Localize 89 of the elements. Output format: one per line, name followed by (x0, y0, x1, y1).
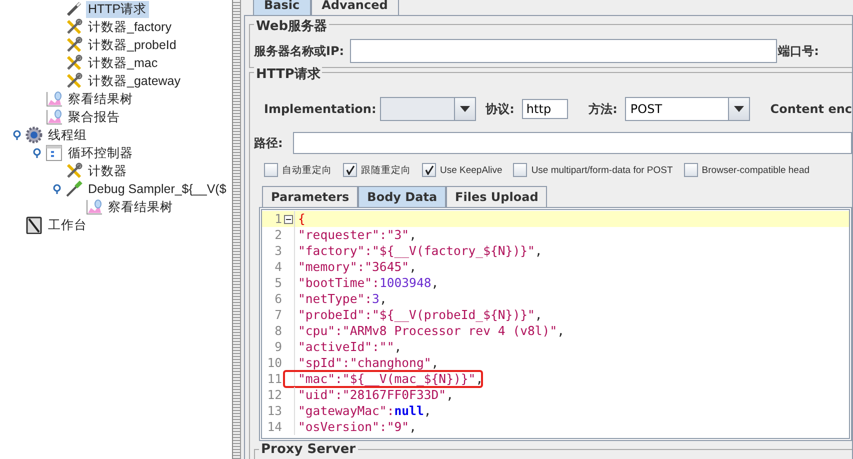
tools-icon (65, 54, 83, 72)
check-icon (345, 165, 355, 175)
tree-item[interactable]: 聚合报告 (66, 108, 122, 126)
tree-item[interactable]: HTTP请求 (86, 0, 149, 18)
option-checkbox[interactable]: Use KeepAlive (422, 163, 502, 177)
tree-handle-icon[interactable] (52, 184, 62, 194)
line-number: 11 (266, 372, 282, 386)
code-line: "spId":"changhong", (298, 356, 439, 370)
tab[interactable]: Basic (253, 0, 311, 15)
field-label: 方法: (588, 100, 618, 118)
tree-item[interactable]: 察看结果树 (106, 198, 175, 216)
code-line: "netType":3, (298, 292, 387, 306)
tab[interactable]: Body Data (358, 186, 446, 207)
line-number: 12 (266, 388, 282, 402)
dropdown-arrow-icon (458, 105, 471, 113)
line-number: 13 (266, 404, 282, 418)
tree-item[interactable]: 计数器_mac (86, 54, 160, 72)
clipboard-icon (25, 216, 43, 234)
tree-item[interactable]: 计数器_factory (86, 18, 174, 36)
field-label: 协议: (486, 100, 514, 118)
server-input[interactable] (350, 39, 778, 63)
field-label: Implementation: (264, 102, 376, 116)
section-title: Proxy Server (259, 442, 358, 457)
graph-icon (85, 198, 103, 216)
code-line: "uid":"28167FF0F33D", (298, 388, 454, 402)
tab[interactable]: Advanced (310, 0, 399, 15)
graph-icon (45, 90, 63, 108)
tree-handle-icon[interactable] (32, 148, 42, 158)
code-line: "factory":"${__V(factory_${N})}", (298, 244, 542, 258)
tab[interactable]: Files Upload (446, 186, 548, 207)
tree-item[interactable]: 察看结果树 (66, 90, 135, 108)
tab[interactable]: Parameters (262, 186, 358, 207)
option-checkbox[interactable]: Use multipart/form-data for POST (513, 163, 673, 177)
graph-icon (45, 108, 63, 126)
line-number: 8 (274, 324, 282, 338)
method-dropdown[interactable]: POST (625, 97, 750, 121)
dropdown-arrow-icon (733, 105, 746, 113)
line-number: 7 (274, 308, 282, 322)
field-label: 路径: (254, 134, 283, 152)
path-input[interactable] (292, 132, 852, 154)
tree-item[interactable]: 计数器 (86, 162, 129, 180)
field-label: 服务器名称或IP: (254, 42, 344, 60)
tools-icon (65, 18, 83, 36)
tools-icon (65, 162, 83, 180)
line-number: 1 (274, 212, 282, 226)
tree-item[interactable]: 工作台 (46, 216, 89, 234)
panel-icon (45, 144, 63, 162)
tree-item[interactable]: 计数器_probeId (86, 36, 178, 54)
tree-item[interactable]: Debug Sampler_${__V($ (86, 182, 228, 196)
code-line: "gatewayMac":null, (298, 404, 432, 418)
code-line: "requester":"3", (298, 228, 416, 242)
splitter-handle[interactable] (233, 0, 241, 459)
line-number: 3 (274, 244, 282, 258)
tree-item[interactable]: 循环控制器 (66, 144, 135, 162)
option-checkbox[interactable]: 自动重定向 (264, 163, 332, 177)
implementation-dropdown[interactable] (380, 97, 476, 121)
check-icon (424, 165, 434, 175)
code-line: { (298, 212, 306, 226)
code-line: "activeId":"", (298, 340, 402, 354)
line-number: 4 (274, 260, 282, 274)
line-number: 14 (266, 420, 282, 434)
line-number: 6 (274, 292, 282, 306)
tree-handle-icon[interactable] (12, 130, 22, 140)
tree-item[interactable]: 线程组 (46, 126, 89, 144)
line-number: 9 (274, 340, 282, 354)
line-number: 2 (274, 228, 282, 242)
section-title: Web服务器 (254, 17, 329, 35)
field-label: Content enc (770, 102, 852, 116)
dropper-icon (65, 180, 83, 198)
code-line: "osVersion":"9", (298, 420, 416, 434)
line-number: 10 (266, 356, 282, 370)
option-checkbox[interactable]: 跟随重定向 (343, 163, 411, 177)
code-line: "mac":"${__V(mac_${N})}", (298, 372, 484, 386)
protocol-input[interactable]: http (522, 99, 568, 119)
collapse-icon[interactable] (284, 214, 292, 224)
code-line: "probeId":"${__V(probeId_${N})}", (298, 308, 542, 322)
pencil-icon (65, 0, 83, 18)
tools-icon (65, 72, 83, 90)
code-editor[interactable] (259, 207, 852, 441)
code-line: "bootTime":1003948, (298, 276, 439, 290)
field-label: 端口号: (778, 42, 819, 60)
line-number: 5 (274, 276, 282, 290)
tree-item[interactable]: 计数器_gateway (86, 72, 183, 90)
tools-icon (65, 36, 83, 54)
section-title: HTTP请求 (254, 65, 322, 83)
option-checkbox[interactable]: Browser-compatible head (684, 163, 810, 177)
code-line: "memory":"3645", (298, 260, 416, 274)
code-line: "cpu":"ARMv8 Processor rev 4 (v8l)", (298, 324, 565, 338)
gear-icon (25, 126, 43, 144)
